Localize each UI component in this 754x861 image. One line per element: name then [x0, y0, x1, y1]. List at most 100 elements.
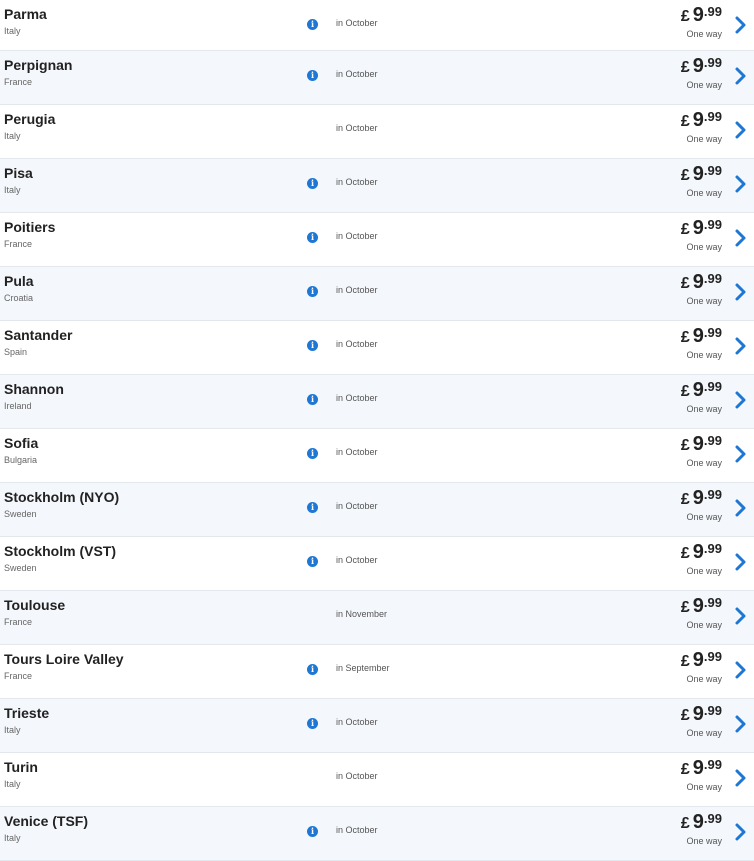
info-icon[interactable]: i	[307, 502, 318, 513]
chevron-right-icon[interactable]	[734, 228, 748, 248]
fare-currency: £	[680, 221, 690, 238]
fare-units: 9	[692, 4, 704, 26]
info-icon[interactable]: i	[307, 70, 318, 81]
fare-price: £9.99	[681, 4, 722, 27]
chevron-right-icon[interactable]	[734, 660, 748, 680]
info-icon[interactable]: i	[307, 340, 318, 351]
country-name: France	[4, 239, 33, 249]
info-icon[interactable]: i	[307, 19, 318, 30]
fare-currency: £	[680, 275, 690, 292]
destination-row-stockholm-nyo[interactable]: Stockholm (NYO) Sweden i in October £9.9…	[0, 483, 754, 537]
fare-type: One way	[686, 458, 722, 468]
fare-cents: .99	[703, 217, 722, 232]
country-name: Croatia	[4, 293, 34, 303]
chevron-right-icon[interactable]	[734, 336, 748, 356]
fare-price: £9.99	[681, 487, 722, 510]
destination-row-parma[interactable]: Parma Italy i in October £9.99 One way	[0, 0, 754, 51]
fare-units: 9	[692, 433, 704, 455]
fare-units: 9	[692, 217, 704, 239]
fare-price: £9.99	[681, 55, 722, 78]
fare-currency: £	[680, 329, 690, 346]
fare-price: £9.99	[681, 541, 722, 564]
chevron-right-icon[interactable]	[734, 444, 748, 464]
fare-price: £9.99	[681, 271, 722, 294]
fare-price: £9.99	[681, 757, 722, 780]
travel-month: in October	[336, 177, 378, 187]
fare-units: 9	[692, 649, 704, 671]
info-icon[interactable]: i	[307, 826, 318, 837]
country-name: France	[4, 77, 33, 87]
destination-row-stockholm-vst[interactable]: Stockholm (VST) Sweden i in October £9.9…	[0, 537, 754, 591]
destination-row-perpignan[interactable]: Perpignan France i in October £9.99 One …	[0, 51, 754, 105]
destination-row-pula[interactable]: Pula Croatia i in October £9.99 One way	[0, 267, 754, 321]
travel-month: in October	[336, 447, 378, 457]
city-name: Stockholm (NYO)	[4, 489, 120, 505]
destination-row-toulouse[interactable]: Toulouse France in November £9.99 One wa…	[0, 591, 754, 645]
travel-month: in October	[336, 231, 378, 241]
chevron-right-icon[interactable]	[734, 714, 748, 734]
travel-month: in October	[336, 339, 378, 349]
travel-month: in October	[336, 555, 378, 565]
info-icon[interactable]: i	[307, 664, 318, 675]
country-name: Bulgaria	[4, 455, 38, 465]
chevron-right-icon[interactable]	[734, 768, 748, 788]
chevron-right-icon[interactable]	[734, 552, 748, 572]
country-name: Italy	[4, 185, 21, 195]
chevron-right-icon[interactable]	[734, 390, 748, 410]
chevron-right-icon[interactable]	[734, 66, 748, 86]
city-name: Tours Loire Valley	[4, 651, 124, 667]
fare-units: 9	[692, 541, 704, 563]
city-name: Stockholm (VST)	[4, 543, 117, 559]
city-name: Sofia	[4, 435, 39, 451]
country-name: Spain	[4, 347, 28, 357]
fare-cents: .99	[703, 811, 722, 826]
chevron-right-icon[interactable]	[734, 15, 748, 35]
destination-row-trieste[interactable]: Trieste Italy i in October £9.99 One way	[0, 699, 754, 753]
chevron-right-icon[interactable]	[734, 174, 748, 194]
fare-units: 9	[692, 379, 704, 401]
info-icon[interactable]: i	[307, 286, 318, 297]
fare-cents: .99	[703, 109, 722, 124]
chevron-right-icon[interactable]	[734, 606, 748, 626]
destination-row-turin[interactable]: Turin Italy in October £9.99 One way	[0, 753, 754, 807]
city-name: Poitiers	[4, 219, 56, 235]
fare-cents: .99	[703, 757, 722, 772]
country-name: Italy	[4, 26, 21, 36]
info-icon[interactable]: i	[307, 556, 318, 567]
travel-month: in October	[336, 771, 378, 781]
fare-type: One way	[686, 728, 722, 738]
destination-row-tours-loire-valley[interactable]: Tours Loire Valley France i in September…	[0, 645, 754, 699]
travel-month: in November	[336, 609, 388, 619]
destination-row-sofia[interactable]: Sofia Bulgaria i in October £9.99 One wa…	[0, 429, 754, 483]
fare-cents: .99	[703, 55, 722, 70]
chevron-right-icon[interactable]	[734, 282, 748, 302]
fare-price: £9.99	[681, 379, 722, 402]
destination-list: Parma Italy i in October £9.99 One way P…	[0, 0, 754, 861]
destination-row-perugia[interactable]: Perugia Italy in October £9.99 One way	[0, 105, 754, 159]
destination-row-pisa[interactable]: Pisa Italy i in October £9.99 One way	[0, 159, 754, 213]
chevron-right-icon[interactable]	[734, 498, 748, 518]
destination-row-poitiers[interactable]: Poitiers France i in October £9.99 One w…	[0, 213, 754, 267]
fare-units: 9	[692, 163, 704, 185]
fare-units: 9	[692, 271, 704, 293]
info-icon[interactable]: i	[307, 448, 318, 459]
fare-currency: £	[680, 383, 690, 400]
fare-currency: £	[680, 59, 690, 76]
chevron-right-icon[interactable]	[734, 822, 748, 842]
info-icon[interactable]: i	[307, 718, 318, 729]
destination-row-venice-tsf[interactable]: Venice (TSF) Italy i in October £9.99 On…	[0, 807, 754, 861]
fare-currency: £	[680, 653, 690, 670]
fare-currency: £	[680, 815, 690, 832]
fare-type: One way	[686, 296, 722, 306]
destination-row-santander[interactable]: Santander Spain i in October £9.99 One w…	[0, 321, 754, 375]
city-name: Perpignan	[4, 57, 73, 73]
info-icon[interactable]: i	[307, 394, 318, 405]
fare-type: One way	[686, 404, 722, 414]
info-icon[interactable]: i	[307, 232, 318, 243]
fare-cents: .99	[703, 271, 722, 286]
city-name: Pula	[4, 273, 34, 289]
chevron-right-icon[interactable]	[734, 120, 748, 140]
destination-row-shannon[interactable]: Shannon Ireland i in October £9.99 One w…	[0, 375, 754, 429]
fare-currency: £	[680, 545, 690, 562]
info-icon[interactable]: i	[307, 178, 318, 189]
